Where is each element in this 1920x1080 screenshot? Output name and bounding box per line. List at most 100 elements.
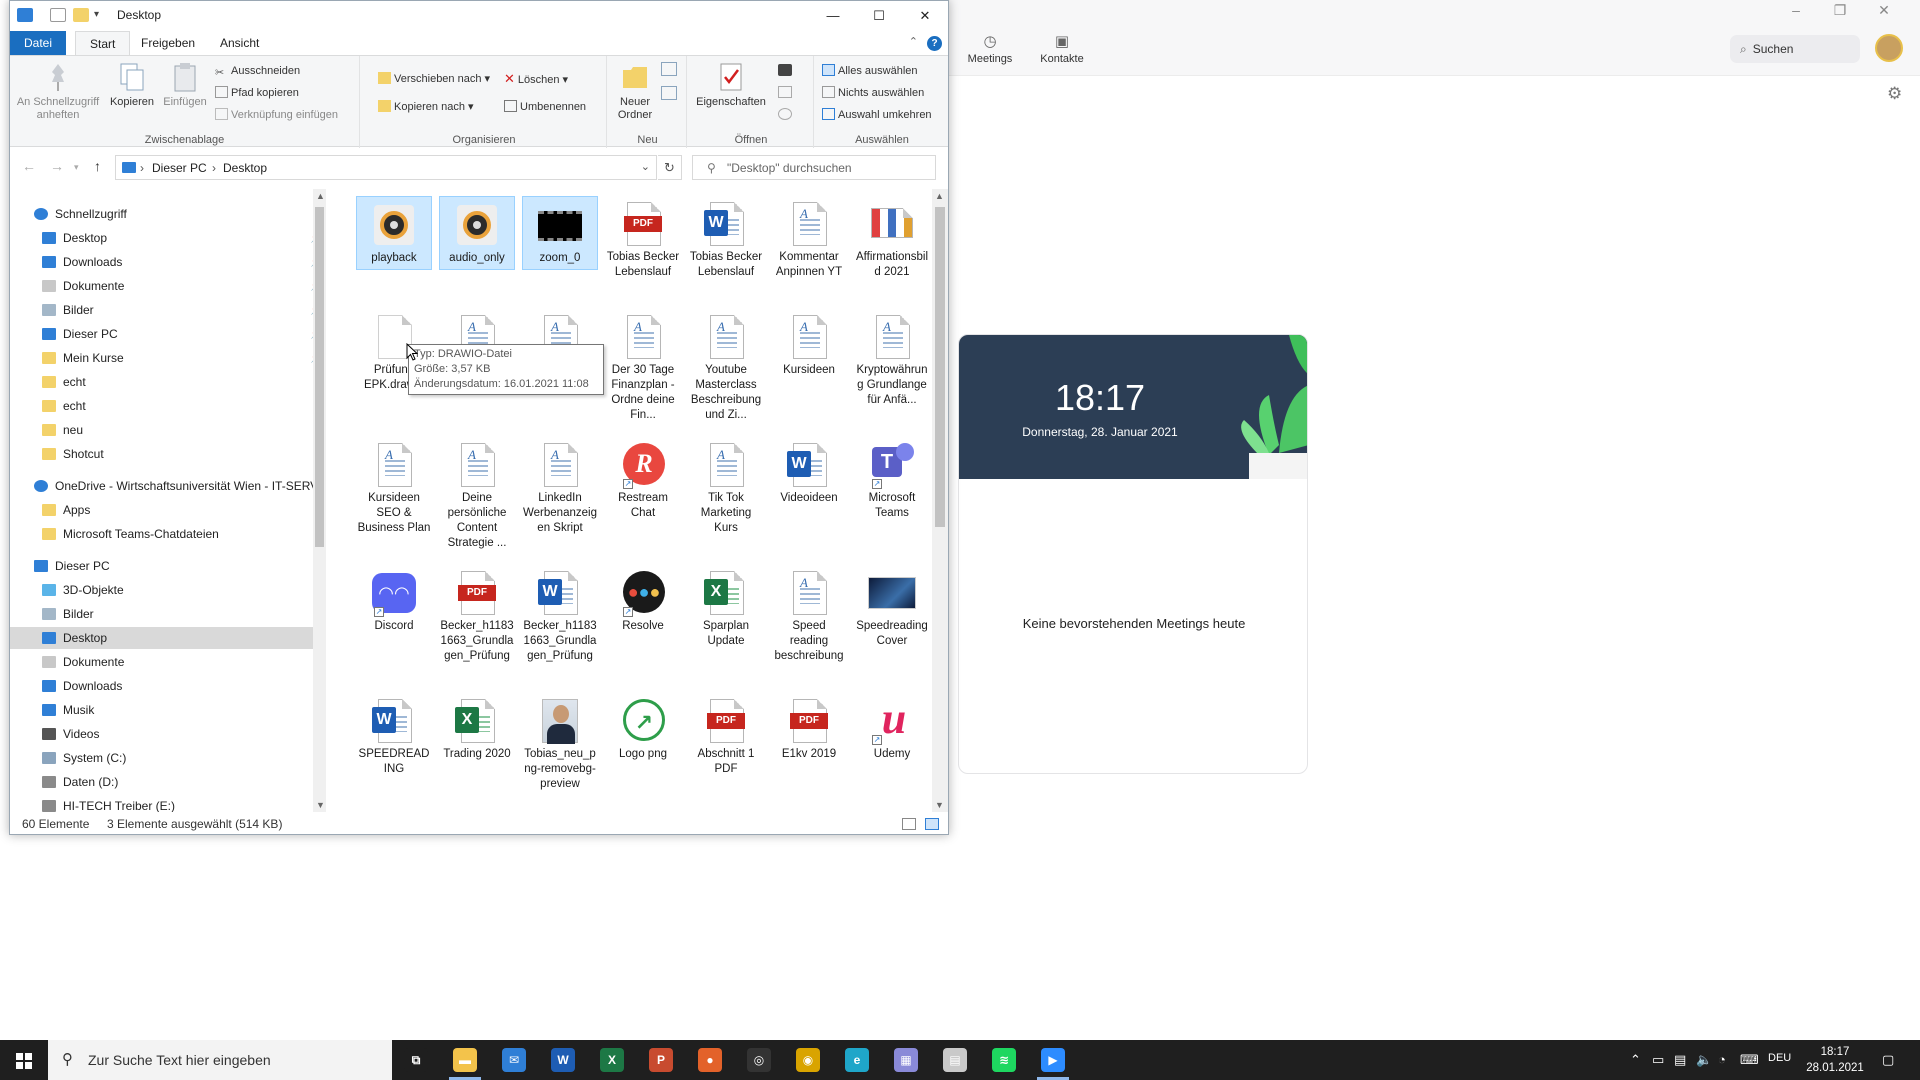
file-item[interactable]: X Trading 2020 [439,693,515,765]
sidebar-item[interactable]: System (C:) [42,747,326,769]
tab-file[interactable]: Datei [10,31,67,55]
back-arrow-icon[interactable]: ← [22,158,36,174]
paste-button[interactable]: Einfügen [160,62,210,109]
sidebar-item[interactable]: Mein Kurse📌 [42,347,326,369]
content-scrollbar-thumb[interactable] [935,207,945,527]
file-item[interactable]: A LinkedIn Werbenanzeigen Skript [522,437,598,539]
copy-to-button[interactable]: Kopieren nach ▾ [378,98,474,116]
restore-icon[interactable]: ❐ [1818,2,1862,19]
copy-button[interactable]: Kopieren [108,62,156,109]
chevron-up-icon[interactable]: ⌃ [909,35,918,48]
edit-icon[interactable] [778,86,792,98]
pin-quick-access-button[interactable]: An Schnellzugriff anheften [14,62,102,122]
maximize-icon[interactable]: ☐ [856,1,902,31]
refresh-icon[interactable]: ↻ [658,155,682,180]
chevron-down-icon[interactable]: ⌄ [641,160,650,173]
file-item[interactable]: Speedreading Cover [854,565,930,652]
start-button[interactable] [0,1040,48,1080]
cut-button[interactable]: ✂ Ausschneiden [215,62,300,80]
file-item[interactable]: A Youtube Masterclass Beschreibung und Zi… [688,309,764,426]
file-item[interactable]: T ↗ Microsoft Teams [854,437,930,524]
file-item[interactable]: PDF Abschnitt 1 PDF [688,693,764,780]
sidebar-item[interactable]: echt [42,371,326,393]
up-arrow-icon[interactable]: ↑ [94,158,101,174]
invert-selection-button[interactable]: Auswahl umkehren [822,106,932,124]
notifications-icon[interactable]: ▢ [1882,1052,1894,1068]
taskbar-app-mail-icon[interactable]: ✉ [502,1048,526,1072]
tab-share[interactable]: Freigeben [127,31,209,55]
taskbar-app-app-2-icon[interactable]: ▤ [943,1048,967,1072]
easy-access-icon[interactable] [661,86,677,100]
taskbar-app-edge-icon[interactable]: e [845,1048,869,1072]
file-item[interactable]: ◠◠ ↗ Discord [356,565,432,637]
zoom-search-input[interactable]: ⌕ Suchen [1730,35,1860,63]
sidebar-item[interactable]: Musik [42,699,326,721]
rename-button[interactable]: Umbenennen [504,98,586,116]
scroll-down-icon[interactable]: ▼ [316,800,325,810]
content-scrollbar[interactable]: ▲ ▼ [932,189,948,812]
sidebar-item[interactable]: Apps [42,499,326,521]
sidebar-item[interactable]: HI-TECH Treiber (E:) [42,795,326,812]
sidebar-item[interactable]: Dieser PC [34,555,326,577]
recent-locations-icon[interactable]: ▾ [74,162,79,173]
sidebar-item[interactable]: Downloads📌 [42,251,326,273]
sidebar-item[interactable]: Dieser PC📌 [42,323,326,345]
copy-path-button[interactable]: Pfad kopieren [215,84,299,102]
scroll-up-icon[interactable]: ▲ [935,191,944,201]
file-item[interactable]: A Kryptowährung Grundlange für Anfä... [854,309,930,411]
sidebar-item[interactable]: Bilder📌 [42,299,326,321]
taskbar-app-chrome-icon[interactable]: ◉ [796,1048,820,1072]
close-icon[interactable]: ✕ [1862,2,1906,19]
file-item[interactable]: R ↗ Restream Chat [605,437,681,524]
large-icons-view-icon[interactable] [925,818,939,830]
paste-shortcut-button[interactable]: Verknüpfung einfügen [215,106,338,124]
file-item[interactable]: A Deine persönliche Content Strategie ... [439,437,515,554]
keyboard-icon[interactable]: ⌨ [1740,1052,1759,1068]
open-icon[interactable] [778,64,792,76]
sidebar-item[interactable]: Videos [42,723,326,745]
file-item[interactable]: zoom_0 [522,196,598,270]
taskbar-app-file-explorer-icon[interactable]: ▬ [453,1048,477,1072]
customize-quick-access-icon[interactable]: ▾ [94,9,99,20]
file-item[interactable]: Tobias_neu_png-removebg-preview [522,693,598,795]
minimize-icon[interactable]: – [1774,2,1818,18]
volume-icon[interactable]: 🔈 [1696,1052,1712,1068]
file-item[interactable]: A Kursideen SEO & Business Plan [356,437,432,539]
file-item[interactable]: X Sparplan Update [688,565,764,652]
sidebar-item[interactable]: OneDrive - Wirtschaftsuniversität Wien -… [34,475,326,497]
taskbar-app-task-view-icon[interactable]: ⧉ [404,1048,428,1072]
network-icon[interactable]: ▤ [1674,1052,1686,1068]
file-item[interactable]: A Speed reading beschreibung [771,565,847,667]
sidebar-item[interactable]: Microsoft Teams-Chatdateien [42,523,326,545]
avatar[interactable] [1875,34,1903,62]
tab-start[interactable]: Start [75,31,131,55]
history-icon[interactable] [778,108,792,120]
minimize-icon[interactable]: — [810,1,856,31]
file-item[interactable]: A Kommentar Anpinnen YT [771,196,847,283]
file-item[interactable]: u ↗ Udemy [854,693,930,765]
zoom-nav-meetings[interactable]: ◷ Meetings [955,32,1025,65]
language-indicator[interactable]: DEU [1768,1052,1791,1064]
tab-view[interactable]: Ansicht [206,31,273,55]
file-item[interactable]: A Tik Tok Marketing Kurs [688,437,764,539]
taskbar-app-obs-icon[interactable]: ◎ [747,1048,771,1072]
delete-button[interactable]: ✕ Löschen ▾ [504,70,568,88]
scroll-up-icon[interactable]: ▲ [316,191,325,201]
nav-scrollbar-thumb[interactable] [315,207,324,547]
address-bar[interactable]: › Dieser PC › Desktop ⌄ [115,155,657,180]
title-bar[interactable]: ▾ Desktop — ☐ ✕ [10,1,948,31]
new-folder-quick-icon[interactable] [73,8,89,22]
breadcrumb-desktop[interactable]: Desktop [223,161,267,175]
file-item[interactable]: Affirmationsbild 2021 [854,196,930,283]
properties-button[interactable]: Eigenschaften [693,62,769,109]
file-item[interactable]: W Videoideen [771,437,847,509]
sidebar-item[interactable]: Shotcut [42,443,326,465]
taskbar-app-excel-icon[interactable]: X [600,1048,624,1072]
new-folder-button[interactable]: Neuer Ordner [615,62,655,122]
sidebar-item[interactable]: Dokumente [42,651,326,673]
meet-now-icon[interactable]: ▭ [1652,1052,1664,1068]
sidebar-item[interactable]: neu [42,419,326,441]
wifi-icon[interactable]: ◔ [1718,1052,1726,1067]
close-icon[interactable]: ✕ [902,1,948,31]
file-item[interactable]: PDF Tobias Becker Lebenslauf [605,196,681,283]
